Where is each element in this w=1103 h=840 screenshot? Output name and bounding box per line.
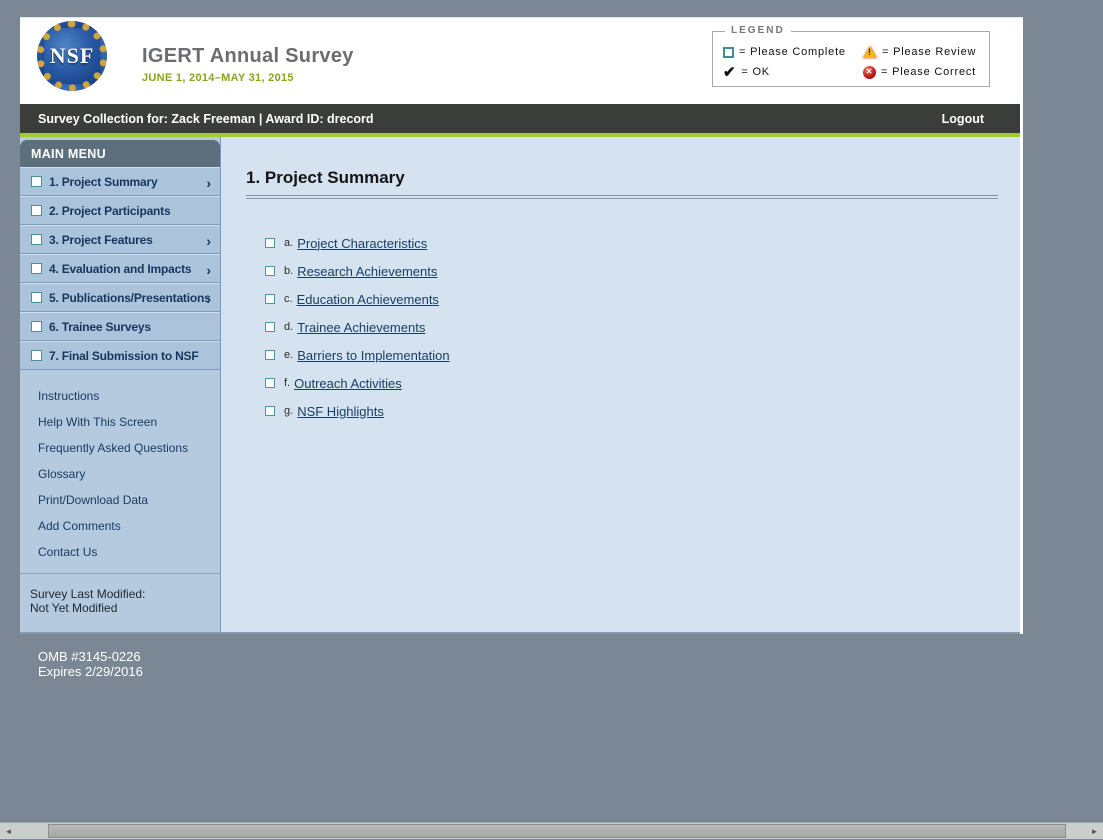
checkbox-icon — [265, 378, 275, 388]
link-nsf-highlights[interactable]: NSF Highlights — [297, 404, 384, 419]
sidebar: MAIN MENU 1. Project Summary › 2. Projec… — [20, 137, 221, 632]
list-item: e. Barriers to Implementation — [265, 341, 1020, 369]
checkbox-icon — [31, 176, 42, 187]
chevron-right-icon: › — [206, 291, 211, 307]
sidebar-item-final-submission[interactable]: 7. Final Submission to NSF — [20, 341, 220, 370]
collection-toolbar: Survey Collection for: Zack Freeman | Aw… — [20, 104, 1020, 133]
content-row: MAIN MENU 1. Project Summary › 2. Projec… — [20, 137, 1020, 634]
checkbox-icon — [265, 406, 275, 416]
last-modified-value: Not Yet Modified — [30, 601, 118, 615]
main-menu-header: MAIN MENU — [20, 140, 220, 167]
legend-title: LEGEND — [725, 25, 791, 36]
page-header: NSF IGERT Annual Survey JUNE 1, 2014–MAY… — [20, 18, 1023, 104]
sidebar-link-faq[interactable]: Frequently Asked Questions — [38, 441, 220, 467]
link-education-achievements[interactable]: Education Achievements — [297, 292, 439, 307]
sidebar-item-project-participants[interactable]: 2. Project Participants — [20, 196, 220, 225]
legend-box: LEGEND = Please Complete ! = Please Revi… — [712, 25, 990, 87]
scroll-right-icon[interactable]: ► — [1086, 823, 1103, 840]
legend-item-correct: ✕ = Please Correct — [863, 65, 993, 79]
legend-grid: = Please Complete ! = Please Review ✔ = … — [713, 32, 989, 82]
checkbox-icon — [31, 350, 42, 361]
list-item: c. Education Achievements — [265, 285, 1020, 313]
sidebar-link-glossary[interactable]: Glossary — [38, 467, 220, 493]
last-modified-status: Survey Last Modified: Not Yet Modified — [20, 574, 220, 615]
sidebar-link-print-download[interactable]: Print/Download Data — [38, 493, 220, 519]
checkbox-icon — [265, 238, 275, 248]
heading-divider — [246, 195, 998, 199]
checkbox-icon — [31, 205, 42, 216]
error-icon: ✕ — [863, 65, 876, 79]
sidebar-link-contact-us[interactable]: Contact Us — [38, 545, 220, 571]
link-project-characteristics[interactable]: Project Characteristics — [297, 236, 427, 251]
checkbox-icon — [265, 266, 275, 276]
legend-item-complete: = Please Complete — [723, 46, 863, 58]
legend-item-label: = Please Correct — [881, 66, 977, 78]
last-modified-label: Survey Last Modified: — [30, 587, 146, 601]
list-item: a. Project Characteristics — [265, 229, 1020, 257]
survey-page: NSF IGERT Annual Survey JUNE 1, 2014–MAY… — [20, 17, 1023, 634]
checkbox-icon — [31, 234, 42, 245]
logout-button[interactable]: Logout — [942, 112, 984, 126]
legend-item-label: = Please Review — [882, 46, 977, 58]
nsf-logo-text: NSF — [49, 43, 95, 68]
legend-item-ok: ✔ = OK — [723, 63, 863, 81]
legend-item-label: = Please Complete — [739, 46, 846, 58]
warning-icon: ! — [863, 46, 877, 58]
scrollbar-thumb[interactable] — [48, 824, 1066, 838]
nsf-logo-icon: NSF — [37, 21, 107, 91]
section-heading: 1. Project Summary — [246, 168, 405, 187]
legend-item-label: = OK — [741, 66, 770, 78]
list-item: b. Research Achievements — [265, 257, 1020, 285]
sidebar-item-project-features[interactable]: 3. Project Features › — [20, 225, 220, 254]
collection-info-text: Survey Collection for: Zack Freeman | Aw… — [38, 111, 374, 126]
horizontal-scrollbar[interactable]: ◄ ► — [0, 822, 1103, 839]
link-research-achievements[interactable]: Research Achievements — [297, 264, 437, 279]
checkbox-icon — [31, 292, 42, 303]
checkbox-icon — [31, 321, 42, 332]
sidebar-link-help[interactable]: Help With This Screen — [38, 415, 220, 441]
page-title: IGERT Annual Survey — [142, 45, 354, 67]
checkbox-icon — [265, 294, 275, 304]
checkbox-icon — [31, 263, 42, 274]
sidebar-item-publications[interactable]: 5. Publications/Presentations › — [20, 283, 220, 312]
list-item: d. Trainee Achievements — [265, 313, 1020, 341]
chevron-right-icon: › — [206, 175, 211, 191]
main-panel: 1. Project Summary a. Project Characteri… — [221, 137, 1020, 632]
legend-item-review: ! = Please Review — [863, 46, 993, 58]
checkbox-icon — [265, 350, 275, 360]
chevron-right-icon: › — [206, 233, 211, 249]
sidebar-link-instructions[interactable]: Instructions — [38, 389, 220, 415]
section-links-list: a. Project Characteristics b. Research A… — [265, 229, 1020, 425]
link-barriers-implementation[interactable]: Barriers to Implementation — [297, 348, 449, 363]
omb-number: OMB #3145-0226 — [38, 649, 141, 664]
sidebar-item-evaluation-impacts[interactable]: 4. Evaluation and Impacts › — [20, 254, 220, 283]
checkbox-icon — [265, 322, 275, 332]
title-block: IGERT Annual Survey JUNE 1, 2014–MAY 31,… — [142, 45, 354, 84]
scroll-left-icon[interactable]: ◄ — [0, 823, 17, 840]
sidebar-link-add-comments[interactable]: Add Comments — [38, 519, 220, 545]
list-item: f. Outreach Activities — [265, 369, 1020, 397]
sidebar-item-trainee-surveys[interactable]: 6. Trainee Surveys — [20, 312, 220, 341]
chevron-right-icon: › — [206, 262, 211, 278]
desktop-background: { "header": { "logo_text": "NSF", "title… — [0, 0, 1103, 839]
checkbox-icon — [723, 46, 734, 58]
omb-expiration: Expires 2/29/2016 — [38, 663, 143, 679]
link-trainee-achievements[interactable]: Trainee Achievements — [297, 320, 425, 335]
omb-footer: OMB #3145-0226 Expires 2/29/2016 — [38, 649, 143, 679]
check-icon: ✔ — [723, 63, 737, 81]
link-outreach-activities[interactable]: Outreach Activities — [294, 376, 402, 391]
list-item: g. NSF Highlights — [265, 397, 1020, 425]
survey-period: JUNE 1, 2014–MAY 31, 2015 — [142, 72, 294, 84]
sidebar-item-project-summary[interactable]: 1. Project Summary › — [20, 167, 220, 196]
sidebar-links: Instructions Help With This Screen Frequ… — [20, 370, 220, 571]
